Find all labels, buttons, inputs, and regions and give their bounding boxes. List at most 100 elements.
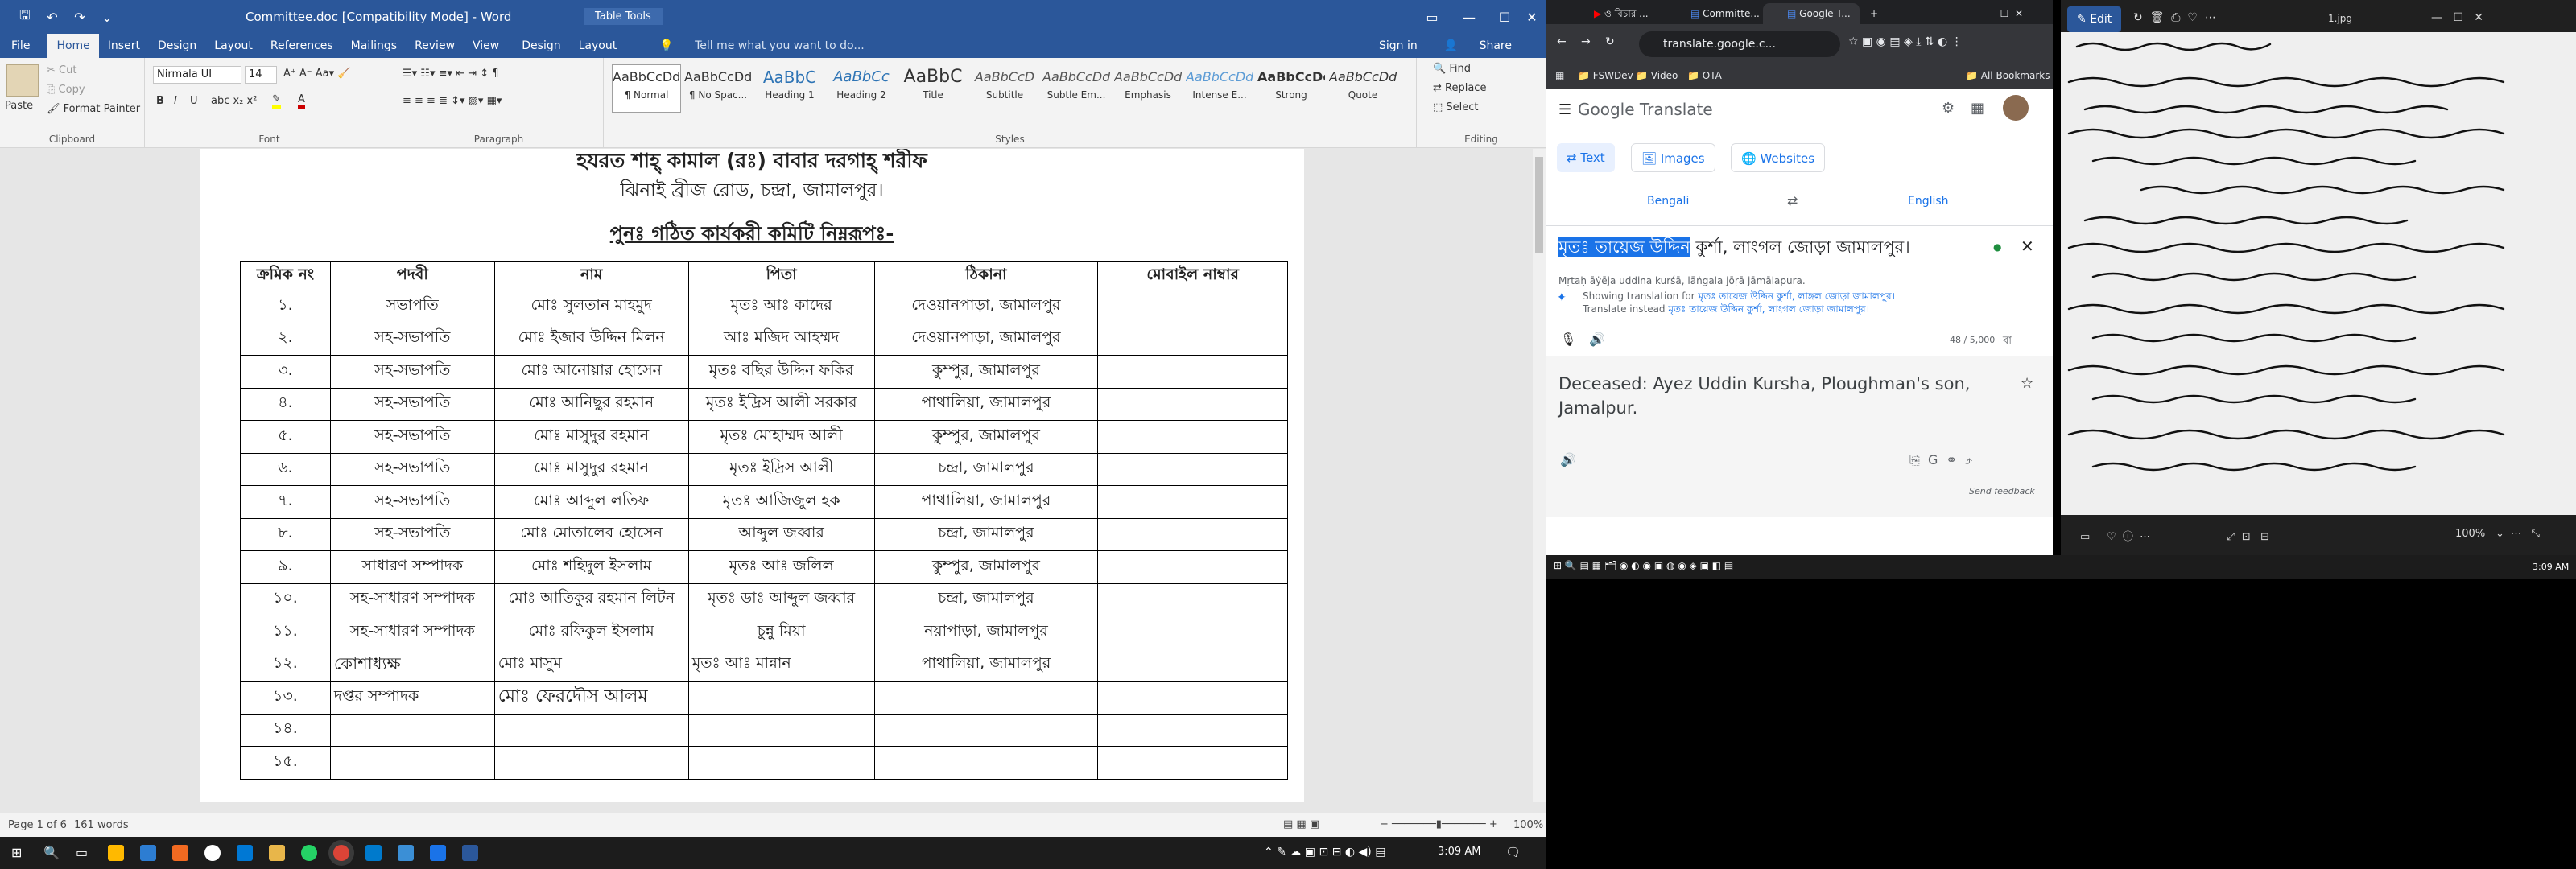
source-text[interactable]: মৃতঃ তায়েজ উদ্দিন কুর্শা, লাংগল জোড়া জ…: [1558, 235, 1993, 259]
table-cell[interactable]: মৃতঃ আঃ কাদের: [687, 290, 875, 323]
minimize-button[interactable]: —: [1451, 0, 1488, 34]
table-cell[interactable]: মৃতঃ আঃ জলিল: [687, 550, 875, 584]
app-icon-2[interactable]: [172, 845, 188, 861]
table-cell[interactable]: পাথালিয়া, জামালপুর: [873, 485, 1099, 519]
table-cell[interactable]: [1097, 485, 1288, 519]
tab-mailings[interactable]: Mailings: [342, 34, 406, 58]
table-cell[interactable]: সভাপতি: [329, 290, 495, 323]
find-button[interactable]: 🔍 Find: [1433, 63, 1471, 75]
table-cell[interactable]: সহ-সভাপতি: [329, 517, 495, 551]
mode-websites[interactable]: 🌐 Websites: [1731, 143, 1826, 172]
vscode-icon[interactable]: [365, 845, 382, 861]
tab-table-layout[interactable]: Layout: [570, 34, 626, 58]
microphone-icon[interactable]: 🎙: [1560, 332, 1576, 347]
style-1[interactable]: AaBbCcDd ¶ No Spac...: [683, 64, 753, 113]
table-cell[interactable]: [1097, 452, 1288, 486]
table-cell[interactable]: মৃতঃ মোহাম্মদ আলী: [687, 420, 875, 454]
customize-qat-icon[interactable]: ⌄: [93, 0, 121, 34]
table-cell[interactable]: কোশাধ্যক্ষ: [329, 648, 495, 682]
table-cell[interactable]: [1097, 517, 1288, 551]
table-cell[interactable]: কুম্পুর, জামালপুর: [873, 550, 1099, 584]
bookmark-3[interactable]: 📁 OTA: [1687, 70, 1722, 81]
table-cell[interactable]: মোঃ মাসুম: [493, 648, 689, 682]
clear-text-icon[interactable]: ✕: [2021, 237, 2034, 256]
photos-icon[interactable]: [398, 845, 414, 861]
table-cell[interactable]: ৮.: [240, 517, 331, 551]
tab-view[interactable]: View: [464, 34, 508, 58]
table-cell[interactable]: ১৪.: [240, 713, 331, 747]
table-cell[interactable]: মোঃ আব্দুল লতিফ: [493, 485, 689, 519]
table-cell[interactable]: মোঃ রফিকুল ইসলাম: [493, 616, 689, 649]
keyboard-lang[interactable]: বা: [2003, 333, 2012, 350]
table-cell[interactable]: মৃতঃ ইদ্রিস আলী: [687, 452, 875, 486]
word-count[interactable]: 161 words: [74, 819, 129, 831]
table-cell[interactable]: সহ-সভাপতি: [329, 387, 495, 421]
start-icon[interactable]: ⊞: [11, 845, 22, 860]
copy-button[interactable]: ⎘ Copy: [47, 84, 85, 96]
table-cell[interactable]: দপ্তর সম্পাদক: [329, 681, 495, 715]
table-header-cell[interactable]: নাম: [493, 261, 689, 290]
app-icon-5[interactable]: [430, 845, 446, 861]
table-cell[interactable]: মৃতঃ ইদ্রিস আলী সরকার: [687, 387, 875, 421]
table-cell[interactable]: [1097, 322, 1288, 356]
zoom-slider[interactable]: − ───────▮─────── +: [1380, 818, 1498, 830]
style-4[interactable]: AaBbC Title: [898, 64, 968, 113]
font-color-icon[interactable]: A: [298, 93, 305, 109]
viewer-more-icons[interactable]: ⌄ ⋯ ⤡: [2496, 528, 2540, 540]
table-cell[interactable]: মৃতঃ ডাঃ আব্দুল জব্বার: [687, 583, 875, 616]
table-cell[interactable]: মৃতঃ বছির উদ্দিন ফকির: [687, 355, 875, 389]
word-taskbar-icon[interactable]: [462, 845, 478, 861]
extensions-icons[interactable]: ☆ ▣ ◉ ▤ ◈ ⤓ ⇅ ◐ ⋮: [1848, 35, 1963, 48]
font-name-box[interactable]: Nirmala UI: [153, 66, 242, 84]
style-2[interactable]: AaBbC Heading 1: [755, 64, 824, 113]
italic-button[interactable]: I: [174, 95, 177, 107]
table-cell[interactable]: ৫.: [240, 420, 331, 454]
table-cell[interactable]: ৪.: [240, 387, 331, 421]
table-cell[interactable]: সহ-সভাপতি: [329, 355, 495, 389]
select-button[interactable]: ⬚ Select: [1433, 101, 1479, 113]
document-page[interactable]: হযরত শাহ্ কামাল (রঃ) বাবার দরগাহ্ শরীফ ঝ…: [200, 149, 1304, 802]
table-cell[interactable]: মোঃ ফেরদৌস আলম: [493, 681, 689, 715]
window-controls[interactable]: — ☐ ✕: [1984, 3, 2053, 24]
table-cell[interactable]: [1097, 648, 1288, 682]
committee-table[interactable]: ক্রমিক নং পদবী নাম পিতা ঠিকানা মোবাইল নাম্বার…: [240, 261, 1288, 780]
align-left-icon[interactable]: ≡ ≡ ≡ ≣ ↕▾ ▨▾ ▦▾: [402, 95, 502, 107]
table-cell[interactable]: ১.: [240, 290, 331, 323]
star-icon[interactable]: ☆: [2021, 375, 2033, 392]
chrome-tab-2[interactable]: ▤ Committe...: [1666, 3, 1763, 24]
table-cell[interactable]: [687, 681, 875, 715]
table-cell[interactable]: সহ-সাধারণ সম্পাদক: [329, 616, 495, 649]
menu-icon[interactable]: ☰: [1558, 101, 1571, 118]
bold-button[interactable]: B: [156, 95, 164, 107]
font-size-box[interactable]: 14: [245, 66, 277, 84]
system-tray-icons[interactable]: ⌃ ✎ ☁ ▣ ⊡ ⊟ ◐ ◀) ▤: [1264, 846, 1385, 859]
cut-button[interactable]: ✂ Cut: [47, 64, 76, 76]
all-bookmarks[interactable]: 📁 All Bookmarks: [1966, 70, 2050, 81]
table-header-cell[interactable]: ঠিকানা: [873, 261, 1099, 290]
table-cell[interactable]: পাথালিয়া, জামালপুর: [873, 648, 1099, 682]
reload-icon[interactable]: ↻: [1605, 35, 1615, 48]
table-cell[interactable]: মোঃ মাসুদুর রহমান: [493, 452, 689, 486]
table-cell[interactable]: মোঃ শহিদুল ইসলাম: [493, 550, 689, 584]
style-0[interactable]: AaBbCcDd ¶ Normal: [612, 64, 681, 113]
table-cell[interactable]: ১৫.: [240, 746, 331, 780]
table-cell[interactable]: মোঃ মাসুদুর রহমান: [493, 420, 689, 454]
tell-me-search[interactable]: 💡 Tell me what you want to do...: [642, 34, 882, 58]
style-8[interactable]: AaBbCcDd Intense E...: [1185, 64, 1254, 113]
swap-languages-icon[interactable]: ⇄: [1787, 193, 1798, 208]
table-cell[interactable]: [1097, 616, 1288, 649]
table-cell[interactable]: ১০.: [240, 583, 331, 616]
table-cell[interactable]: নয়াপাড়া, জামালপুর: [873, 616, 1099, 649]
table-cell[interactable]: চন্দ্রা, জামালপুর: [873, 452, 1099, 486]
viewer-bottom-icons[interactable]: ▭ ♡ ⓘ ⋯ ⤢ ⊡ ⊟: [2080, 528, 2269, 543]
style-7[interactable]: AaBbCcDd Emphasis: [1113, 64, 1183, 113]
table-header-cell[interactable]: ক্রমিক নং: [240, 261, 331, 290]
table-cell[interactable]: ২.: [240, 322, 331, 356]
view-buttons[interactable]: ▤ ▦ ▣: [1283, 818, 1319, 830]
redo-icon[interactable]: ↷: [66, 0, 93, 34]
highlight-icon[interactable]: ✎: [272, 93, 281, 109]
format-painter-button[interactable]: 🖌 Format Painter: [47, 103, 140, 115]
translate-instead-link[interactable]: মৃতঃ তায়েজ উদ্দিন কুর্শা, লাংগল জোড়া জ…: [1668, 303, 1869, 315]
table-cell[interactable]: [1097, 387, 1288, 421]
settings-icon[interactable]: ⚙: [1942, 100, 1955, 117]
